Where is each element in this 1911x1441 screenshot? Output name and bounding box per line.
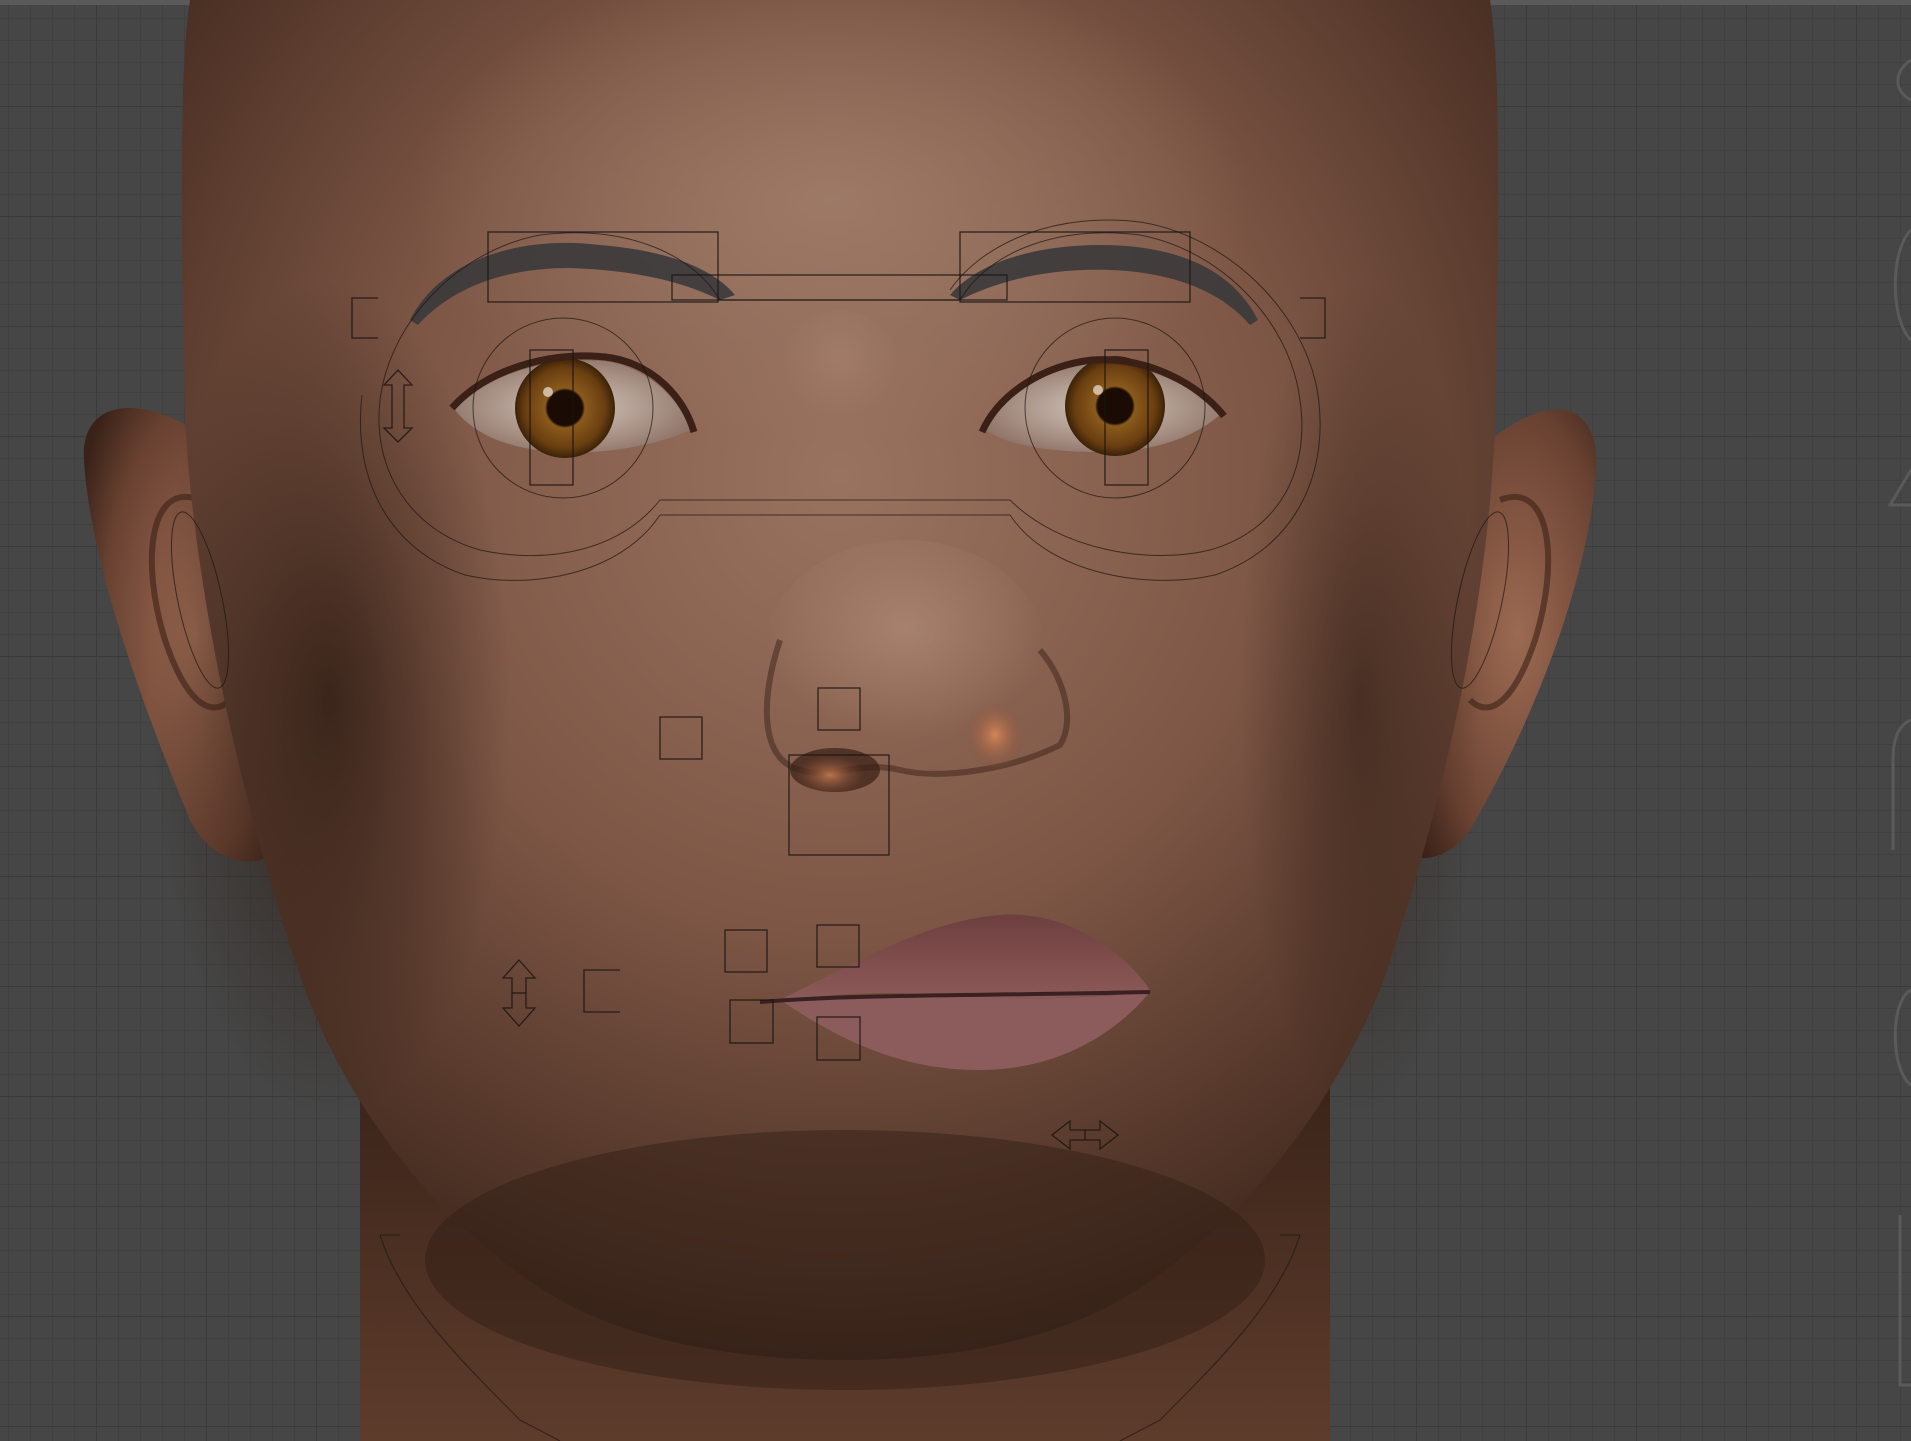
- viewport-side-labels: [1887, 58, 1911, 1387]
- scene: [83, 0, 1911, 1441]
- 3d-viewport[interactable]: [0, 0, 1911, 1441]
